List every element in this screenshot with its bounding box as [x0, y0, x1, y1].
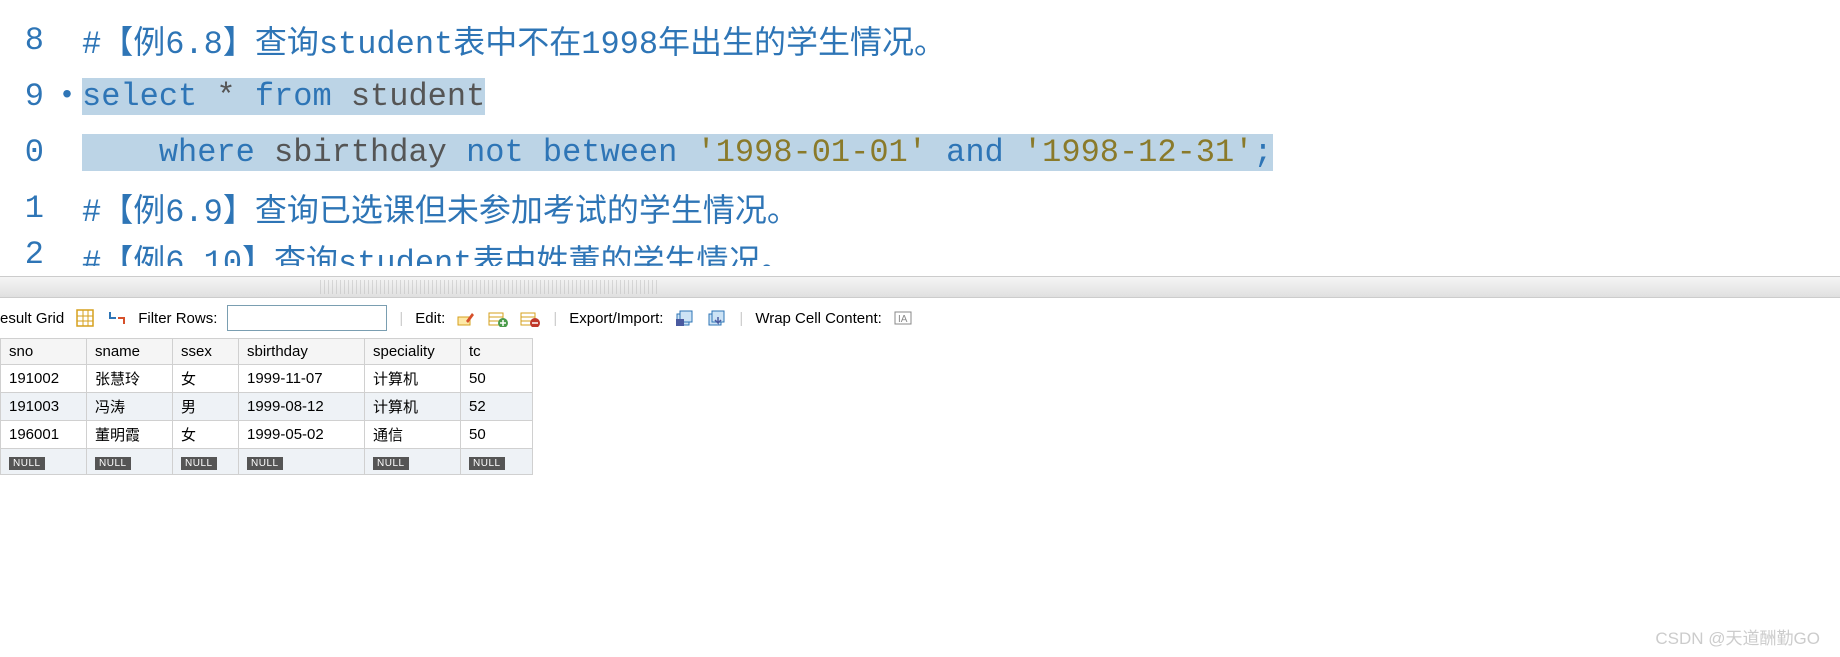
wrap-cell-icon[interactable]: IA — [892, 307, 914, 329]
code-content[interactable]: where sbirthday not between '1998-01-01'… — [82, 134, 1840, 171]
export-import-label: Export/Import: — [569, 310, 663, 327]
refresh-icon[interactable] — [106, 307, 128, 329]
null-cell[interactable]: NULL — [173, 449, 239, 475]
add-row-icon[interactable] — [487, 307, 509, 329]
cell-tc[interactable]: 52 — [461, 393, 533, 421]
table-row[interactable]: 196001董明霞女1999-05-02通信50 — [1, 421, 533, 449]
code-content[interactable]: #【例6.9】查询已选课但未参加考试的学生情况。 — [82, 185, 1840, 231]
code-line[interactable]: #where grade in (92,95); — [0, 0, 1840, 12]
cell-speciality[interactable]: 计算机 — [365, 393, 461, 421]
svg-text:IA: IA — [898, 314, 908, 325]
code-line[interactable]: 0 where sbirthday not between '1998-01-0… — [0, 124, 1840, 180]
column-header-sno[interactable]: sno — [1, 339, 87, 365]
table-row[interactable]: 191003冯涛男1999-08-12计算机52 — [1, 393, 533, 421]
table-header-row: snosnamessexsbirthdayspecialitytc — [1, 339, 533, 365]
cell-sno[interactable]: 196001 — [1, 421, 87, 449]
line-number: 0 — [0, 134, 52, 171]
line-number: 8 — [0, 22, 52, 59]
line-number: 1 — [0, 190, 52, 227]
result-toolbar: esult Grid Filter Rows: | Edit: | Export… — [0, 298, 1840, 338]
watermark: CSDN @天道酬勤GO — [1655, 624, 1820, 649]
null-cell[interactable]: NULL — [1, 449, 87, 475]
line-number: 2 — [0, 236, 52, 266]
code-content[interactable]: #【例6.8】查询student表中不在1998年出生的学生情况。 — [82, 17, 1840, 63]
cell-sno[interactable]: 191003 — [1, 393, 87, 421]
column-header-speciality[interactable]: speciality — [365, 339, 461, 365]
cell-speciality[interactable]: 计算机 — [365, 365, 461, 393]
column-header-ssex[interactable]: ssex — [173, 339, 239, 365]
cell-ssex[interactable]: 男 — [173, 393, 239, 421]
code-content[interactable]: #【例6.10】查询student表中姓董的学生情况。 — [82, 236, 1840, 266]
cell-ssex[interactable]: 女 — [173, 421, 239, 449]
cell-sname[interactable]: 冯涛 — [87, 393, 173, 421]
column-header-sbirthday[interactable]: sbirthday — [239, 339, 365, 365]
table-null-row[interactable]: NULLNULLNULLNULLNULLNULL — [1, 449, 533, 475]
splitter[interactable] — [0, 276, 1840, 298]
null-cell[interactable]: NULL — [87, 449, 173, 475]
cell-sno[interactable]: 191002 — [1, 365, 87, 393]
separator: | — [737, 310, 745, 327]
null-cell[interactable]: NULL — [365, 449, 461, 475]
filter-rows-label: Filter Rows: — [138, 310, 217, 327]
sql-editor[interactable]: #where grade in (92,95); 8 #【例6.8】查询studen… — [0, 0, 1840, 276]
null-cell[interactable]: NULL — [239, 449, 365, 475]
separator: | — [397, 310, 405, 327]
column-header-tc[interactable]: tc — [461, 339, 533, 365]
result-grid[interactable]: snosnamessexsbirthdayspecialitytc 191002… — [0, 338, 533, 475]
delete-row-icon[interactable] — [519, 307, 541, 329]
code-content[interactable]: select * from student — [82, 78, 1840, 115]
code-line[interactable]: 9•select * from student — [0, 68, 1840, 124]
cell-sname[interactable]: 张慧玲 — [87, 365, 173, 393]
cell-ssex[interactable]: 女 — [173, 365, 239, 393]
grid-icon[interactable] — [74, 307, 96, 329]
table-row[interactable]: 191002张慧玲女1999-11-07计算机50 — [1, 365, 533, 393]
code-line[interactable]: 2 #【例6.10】查询student表中姓董的学生情况。 — [0, 236, 1840, 266]
edit-row-icon[interactable] — [455, 307, 477, 329]
column-header-sname[interactable]: sname — [87, 339, 173, 365]
export-icon[interactable] — [673, 307, 695, 329]
cell-sname[interactable]: 董明霞 — [87, 421, 173, 449]
filter-rows-input[interactable] — [227, 305, 387, 331]
wrap-cell-label: Wrap Cell Content: — [755, 310, 881, 327]
code-content[interactable]: #where grade in (92,95); — [82, 0, 1840, 12]
separator: | — [551, 310, 559, 327]
cell-sbirthday[interactable]: 1999-08-12 — [239, 393, 365, 421]
cell-sbirthday[interactable]: 1999-05-02 — [239, 421, 365, 449]
result-grid-label: esult Grid — [0, 310, 64, 327]
null-cell[interactable]: NULL — [461, 449, 533, 475]
execution-marker: • — [52, 81, 82, 112]
edit-label: Edit: — [415, 310, 445, 327]
cell-sbirthday[interactable]: 1999-11-07 — [239, 365, 365, 393]
cell-speciality[interactable]: 通信 — [365, 421, 461, 449]
line-number: 9 — [0, 78, 52, 115]
cell-tc[interactable]: 50 — [461, 421, 533, 449]
code-line[interactable]: 1 #【例6.9】查询已选课但未参加考试的学生情况。 — [0, 180, 1840, 236]
import-icon[interactable] — [705, 307, 727, 329]
cell-tc[interactable]: 50 — [461, 365, 533, 393]
code-line[interactable]: 8 #【例6.8】查询student表中不在1998年出生的学生情况。 — [0, 12, 1840, 68]
